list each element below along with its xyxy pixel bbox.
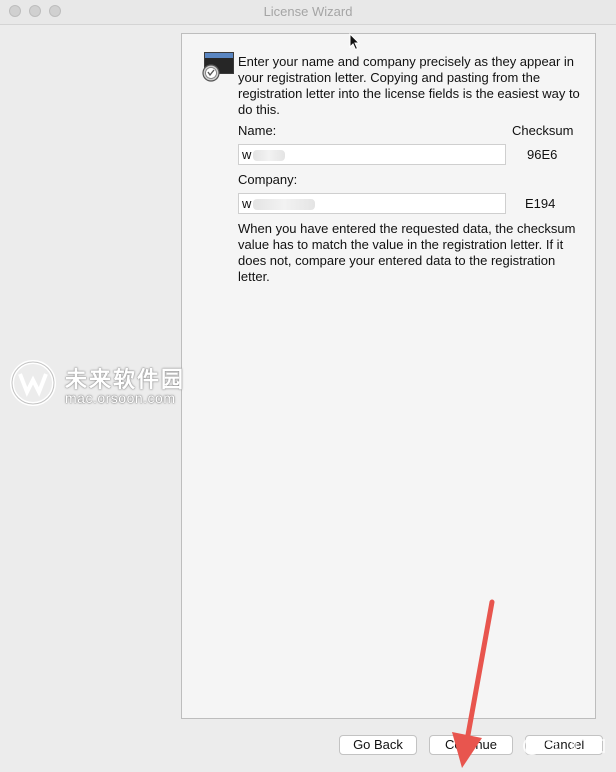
watermark-url: mac.orsoon.com — [65, 390, 176, 406]
company-input-value: w — [242, 196, 252, 211]
app-icon — [202, 52, 234, 82]
name-input-value: w — [242, 147, 252, 162]
company-checksum: E194 — [525, 196, 556, 211]
name-checksum: 96E6 — [527, 147, 558, 162]
license-wizard-window: License Wizard Enter your name and compa… — [0, 0, 616, 772]
company-input[interactable]: w — [238, 193, 506, 214]
redacted-text — [253, 150, 286, 162]
redacted-text — [253, 199, 316, 211]
title-bar: License Wizard — [0, 0, 616, 25]
annotation-arrow-icon — [452, 599, 495, 768]
name-label: Name: — [238, 123, 277, 138]
name-input[interactable]: w — [238, 144, 506, 165]
watermark-logo-icon — [10, 360, 56, 406]
watermark: 未来软件园 mac.orsoon.com — [10, 358, 210, 414]
go-back-button[interactable]: Go Back — [339, 735, 417, 755]
intro-text: Enter your name and company precisely as… — [238, 54, 580, 117]
checksum-note: When you have entered the requested data… — [238, 221, 576, 284]
mouse-cursor-icon — [349, 33, 361, 51]
checksum-header: Checksum — [512, 123, 574, 138]
company-label: Company: — [238, 172, 298, 187]
source-watermark-icon — [523, 737, 605, 755]
license-panel: Enter your name and company precisely as… — [181, 33, 596, 719]
window-title: License Wizard — [263, 4, 353, 19]
